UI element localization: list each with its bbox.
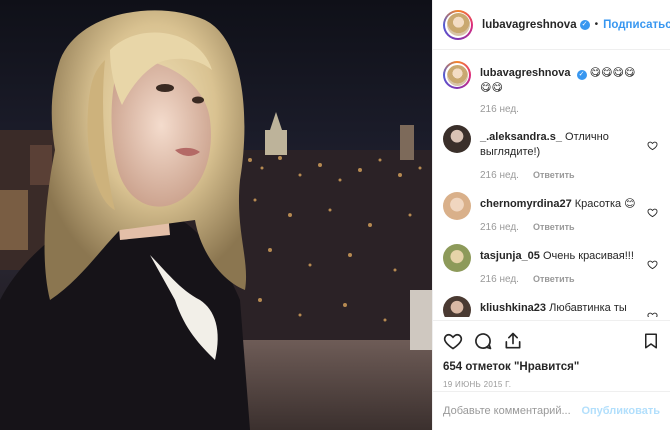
comment-text: Очень красивая!!!	[542, 250, 634, 262]
like-heart-icon[interactable]	[443, 331, 463, 351]
photo-scene	[0, 0, 432, 430]
comment-item: chernomyrdina27 Красотка 😊 216 нед. Ответ…	[443, 192, 660, 235]
comment-time[interactable]: 216 нед.	[480, 168, 519, 183]
caption-avatar[interactable]	[443, 61, 471, 89]
comment-username[interactable]: kliushkina23	[480, 302, 546, 314]
like-comment-heart-icon[interactable]	[647, 207, 658, 218]
post-header: lubavagreshnova ✓ • Подписаться	[433, 0, 670, 50]
caption-username[interactable]: lubavagreshnova	[480, 67, 570, 79]
reply-button[interactable]: Ответить	[533, 220, 575, 235]
post-actions: 654 отметок "Нравится" 19 ИЮНЬ 2015 Г.	[433, 320, 670, 389]
comment-bubble-icon[interactable]	[473, 331, 493, 351]
post-date[interactable]: 19 ИЮНЬ 2015 Г.	[443, 380, 660, 389]
share-upload-icon[interactable]	[503, 331, 523, 351]
commenter-avatar[interactable]	[443, 244, 471, 272]
comments-list[interactable]: lubavagreshnova ✓ 😋😋😋😋😋😋 216 нед. _.alek…	[433, 51, 670, 317]
commenter-avatar[interactable]	[443, 125, 471, 153]
publish-button[interactable]: Опубликовать	[581, 405, 660, 417]
commenter-avatar[interactable]	[443, 296, 471, 317]
comment-time[interactable]: 216 нед.	[480, 272, 519, 287]
comment-username[interactable]: _.aleksandra.s_	[480, 131, 562, 143]
likes-count[interactable]: 654 отметок "Нравится"	[443, 361, 660, 373]
comment-time[interactable]: 216 нед.	[480, 220, 519, 235]
like-comment-heart-icon[interactable]	[647, 259, 658, 270]
reply-button[interactable]: Ответить	[533, 168, 575, 183]
follow-button[interactable]: Подписаться	[603, 19, 670, 31]
post-side-panel: lubavagreshnova ✓ • Подписаться lubavagr…	[432, 0, 670, 430]
like-comment-heart-icon[interactable]	[647, 140, 658, 151]
bookmark-icon[interactable]	[642, 331, 660, 351]
author-username[interactable]: lubavagreshnova	[482, 19, 577, 31]
comment-item: tasjunja_05 Очень красивая!!! 216 нед. От…	[443, 244, 660, 287]
verified-badge-icon: ✓	[576, 70, 587, 80]
like-comment-heart-icon[interactable]	[647, 311, 658, 317]
comment-item: kliushkina23 Любавтинка ты прелестна))))…	[443, 296, 660, 317]
post-photo[interactable]	[0, 0, 432, 430]
comment-username[interactable]: tasjunja_05	[480, 250, 540, 262]
header-separator: •	[594, 19, 599, 30]
add-comment-bar: Опубликовать	[433, 391, 670, 430]
verified-badge-icon: ✓	[579, 19, 590, 30]
author-avatar[interactable]	[443, 9, 473, 40]
comment-input[interactable]	[443, 405, 582, 417]
comment-item: _.aleksandra.s_ Отлично выглядите!) 216 …	[443, 125, 660, 183]
commenter-avatar[interactable]	[443, 192, 471, 220]
caption-time[interactable]: 216 нед.	[480, 102, 519, 117]
comment-text: Красотка 😊	[574, 198, 636, 210]
caption-item: lubavagreshnova ✓ 😋😋😋😋😋😋 216 нед.	[443, 61, 660, 117]
reply-button[interactable]: Ответить	[533, 272, 575, 287]
comment-username[interactable]: chernomyrdina27	[480, 198, 572, 210]
